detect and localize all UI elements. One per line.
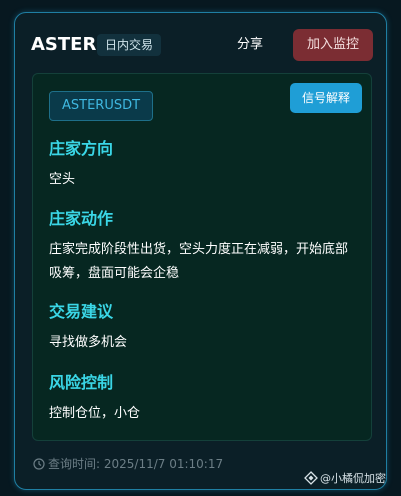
brand-diamond-icon [304,471,318,485]
section-text-action: 庄家完成阶段性出货，空头力度正在减弱，开始底部吸筹，盘面可能会企稳 [49,242,349,281]
section-title-direction: 庄家方向 [49,139,114,158]
trade-type-tag: 日内交易 [97,34,162,56]
section-title-advice: 交易建议 [49,302,114,321]
watermark: @小橘侃加密 [304,470,386,488]
section-title-action: 庄家动作 [49,209,114,228]
share-button[interactable]: 分享 [237,34,263,56]
section-text-risk: 控制仓位，小仓 [49,406,141,421]
symbol-title: ASTER [31,34,97,55]
query-time-row: 查询时间: 2025/11/7 01:10:17 [33,455,223,473]
card-header: ASTER 日内交易 分享 加入监控 [15,13,386,75]
query-time-text: 查询时间: 2025/11/7 01:10:17 [48,457,224,471]
section-text-advice: 寻找做多机会 [49,335,128,350]
add-watch-button[interactable]: 加入监控 [293,29,373,61]
section-title-risk: 风险控制 [49,373,114,392]
clock-icon [33,458,45,470]
signal-panel: ASTERUSDT 信号解释 庄家方向 空头 庄家动作 庄家完成阶段性出货，空头… [32,73,372,441]
section-text-direction: 空头 [49,172,76,187]
watermark-text: @小橘侃加密 [320,472,386,485]
pair-badge: ASTERUSDT [49,91,154,121]
signal-explain-button[interactable]: 信号解释 [290,83,362,113]
signal-card: ASTER 日内交易 分享 加入监控 ASTERUSDT 信号解释 庄家方向 空… [14,12,387,490]
